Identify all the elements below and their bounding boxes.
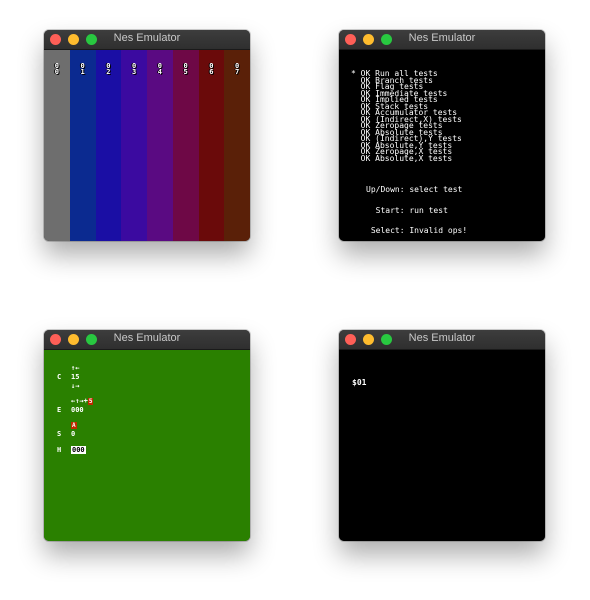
emulator-window-palette[interactable]: Nes Emulator 0001020304050607 <box>44 30 250 241</box>
help-line: Up/Down: select test <box>366 185 463 194</box>
selection-cursor <box>351 154 356 163</box>
palette-label-bottom: 2 <box>106 68 111 76</box>
c-label: C <box>57 373 62 381</box>
palette-column-label: 03 <box>121 63 147 76</box>
h-value: 000 <box>71 446 86 454</box>
test-menu-screen: * OK Run all tests OK Branch tests OK Fl… <box>339 50 545 241</box>
e-arrows: ←↑→+5 <box>71 397 94 405</box>
palette-column: 03 <box>121 50 147 241</box>
c-value: 15 <box>71 373 80 381</box>
palette-column-label: 01 <box>70 63 96 76</box>
palette-column-label: 00 <box>44 63 70 76</box>
s-label: S <box>57 430 62 438</box>
title-bar[interactable]: Nes Emulator <box>44 30 250 50</box>
window-title: Nes Emulator <box>113 32 181 44</box>
title-bar[interactable]: Nes Emulator <box>44 330 250 350</box>
e-arrows-text: ←↑→+ <box>71 397 88 405</box>
test-status: OK <box>360 153 371 163</box>
palette-column-label: 05 <box>173 63 199 76</box>
palette-column-label: 04 <box>147 63 173 76</box>
emulator-window-green[interactable]: Nes Emulator ↑← C 15 ↓→ ←↑→+5 E 000 A S … <box>44 330 250 541</box>
black-screen: $01 <box>339 350 545 541</box>
c-arrows-top: ↑← <box>71 364 80 372</box>
palette-column: 07 <box>224 50 250 241</box>
palette-column: 05 <box>172 50 199 241</box>
palette-column-label: 02 <box>96 63 122 76</box>
palette-column: 02 <box>95 50 122 241</box>
h-label: H <box>57 446 62 454</box>
s-badge-row: A <box>71 421 77 429</box>
palette-column: 00 <box>44 50 70 241</box>
emulator-window-test-menu[interactable]: Nes Emulator * OK Run all tests OK Branc… <box>339 30 545 241</box>
s-value: 0 <box>71 430 76 438</box>
window-title: Nes Emulator <box>113 332 181 344</box>
palette-label-bottom: 0 <box>54 68 59 76</box>
palette-label-bottom: 5 <box>183 68 188 76</box>
palette-label-bottom: 3 <box>132 68 137 76</box>
help-text: Up/Down: select test Start: run test Sel… <box>366 174 467 241</box>
palette-column: 01 <box>69 50 96 241</box>
palette-label-bottom: 1 <box>80 68 85 76</box>
palette-column-label: 06 <box>199 63 225 76</box>
e-label: E <box>57 406 62 414</box>
test-list: * OK Run all tests OK Branch tests OK Fl… <box>351 70 462 163</box>
test-item[interactable]: OK Absolute,X tests <box>351 153 462 163</box>
palette-column: 04 <box>147 50 173 241</box>
green-screen: ↑← C 15 ↓→ ←↑→+5 E 000 A S 0 H 000 <box>44 350 250 541</box>
c-arrows-bottom: ↓→ <box>71 382 80 390</box>
s-badge: A <box>71 422 77 429</box>
result-code: $01 <box>352 378 367 387</box>
title-bar[interactable]: Nes Emulator <box>339 330 545 350</box>
h-value-box: 000 <box>71 446 86 454</box>
e-badge: 5 <box>87 398 94 405</box>
palette-screen: 0001020304050607 <box>44 50 250 241</box>
palette-label-bottom: 6 <box>209 68 214 76</box>
e-value: 000 <box>71 406 84 414</box>
window-title: Nes Emulator <box>408 332 476 344</box>
window-title: Nes Emulator <box>408 32 476 44</box>
emulator-window-black[interactable]: Nes Emulator $01 <box>339 330 545 541</box>
test-name: Absolute,X tests <box>375 153 453 163</box>
title-bar[interactable]: Nes Emulator <box>339 30 545 50</box>
palette-column: 06 <box>198 50 225 241</box>
palette-column-label: 07 <box>224 63 250 76</box>
palette-label-bottom: 4 <box>157 68 162 76</box>
palette-label-bottom: 7 <box>235 68 240 76</box>
help-line: Select: Invalid ops! <box>366 226 468 235</box>
help-line: Start: run test <box>366 205 448 215</box>
